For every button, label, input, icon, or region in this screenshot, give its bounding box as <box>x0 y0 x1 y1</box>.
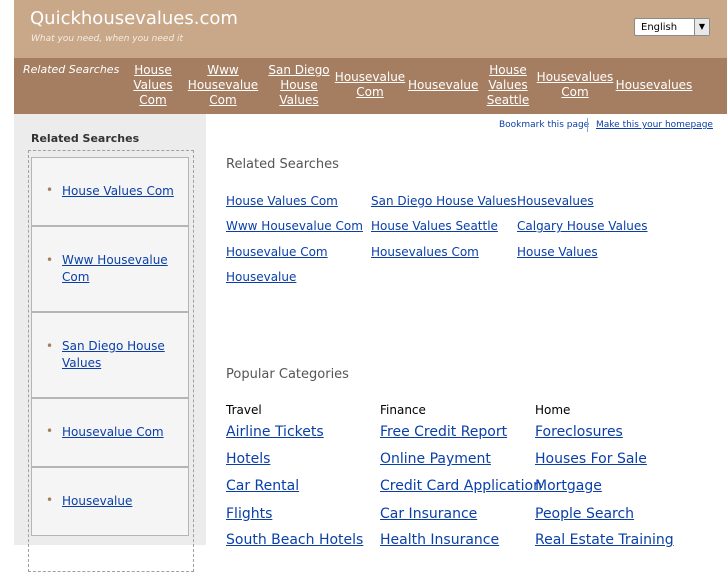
nav-link-housevalues[interactable]: Housevalues <box>615 78 693 93</box>
category-link-hotels[interactable]: Hotels <box>226 451 270 467</box>
related-link-housevalue[interactable]: Housevalue <box>226 270 296 284</box>
nav-link-housevalue[interactable]: Housevalue <box>408 78 478 93</box>
sidebar-link-house-values-com[interactable]: House Values Com <box>62 183 182 200</box>
related-link-san-diego-house-values[interactable]: San Diego House Values <box>371 194 517 208</box>
related-link-house-values-com[interactable]: House Values Com <box>226 194 338 208</box>
related-searches-nav: Related Searches House Values Com Www Ho… <box>14 58 727 114</box>
nav-link-www-housevalue-com[interactable]: Www Housevalue Com <box>182 63 264 108</box>
related-link-calgary-house-values[interactable]: Calgary House Values <box>517 219 648 233</box>
category-link-online-payment[interactable]: Online Payment <box>380 451 491 467</box>
bullet-icon: • <box>46 339 54 353</box>
nav-link-housevalues-com[interactable]: Housevalues Com <box>536 70 614 100</box>
category-link-airline-tickets[interactable]: Airline Tickets <box>226 424 324 440</box>
sidebar: Related Searches • House Values Com • Ww… <box>14 114 206 572</box>
nav-link-housevalue-com[interactable]: Housevalue Com <box>334 70 406 100</box>
language-select[interactable]: English ▼ <box>634 18 710 36</box>
language-select-value: English <box>641 22 678 33</box>
nav-link-house-values-com[interactable]: House Values Com <box>128 63 178 108</box>
related-searches-title: Related Searches <box>226 157 339 172</box>
site-header: Quickhousevalues.com What you need, when… <box>14 0 727 58</box>
related-link-www-housevalue-com[interactable]: Www Housevalue Com <box>226 219 363 233</box>
category-link-car-rental[interactable]: Car Rental <box>226 478 299 494</box>
make-homepage-link[interactable]: Make this your homepage <box>596 120 713 130</box>
sidebar-link-san-diego-house-values[interactable]: San Diego House Values <box>62 338 172 372</box>
sidebar-item: • Www Housevalue Com <box>31 226 189 312</box>
sidebar-link-housevalue-com[interactable]: Housevalue Com <box>62 424 182 441</box>
category-link-flights[interactable]: Flights <box>226 506 272 522</box>
sidebar-item: • Housevalue <box>31 467 189 536</box>
category-heading-finance: Finance <box>380 403 426 417</box>
category-heading-home: Home <box>535 403 571 417</box>
sidebar-item: • Housevalue Com <box>31 398 189 467</box>
category-link-mortgage[interactable]: Mortgage <box>535 478 602 494</box>
bullet-icon: • <box>46 183 54 197</box>
category-link-houses-for-sale[interactable]: Houses For Sale <box>535 451 647 467</box>
related-link-house-values[interactable]: House Values <box>517 245 598 259</box>
site-tagline: What you need, when you need it <box>31 34 184 44</box>
nav-link-san-diego-house-values[interactable]: San Diego House Values <box>266 63 332 108</box>
bullet-icon: • <box>46 253 54 267</box>
sidebar-item: • San Diego House Values <box>31 312 189 398</box>
category-link-foreclosures[interactable]: Foreclosures <box>535 424 623 440</box>
bullet-icon: • <box>46 424 54 438</box>
link-divider <box>587 118 588 132</box>
bookmark-link[interactable]: Bookmark this page <box>499 120 589 130</box>
category-link-people-search[interactable]: People Search <box>535 506 634 522</box>
category-link-free-credit-report[interactable]: Free Credit Report <box>380 424 507 440</box>
nav-link-house-values-seattle[interactable]: House Values Seattle <box>482 63 534 108</box>
sidebar-item: • House Values Com <box>31 157 189 226</box>
nav-label: Related Searches <box>23 63 120 76</box>
category-link-real-estate-training[interactable]: Real Estate Training <box>535 532 674 548</box>
category-link-car-insurance[interactable]: Car Insurance <box>380 506 477 522</box>
sidebar-link-www-housevalue-com[interactable]: Www Housevalue Com <box>62 252 172 286</box>
related-link-housevalue-com[interactable]: Housevalue Com <box>226 245 328 259</box>
category-link-health-insurance[interactable]: Health Insurance <box>380 532 499 548</box>
chevron-down-icon: ▼ <box>694 19 709 35</box>
category-heading-travel: Travel <box>226 403 262 417</box>
site-title: Quickhousevalues.com <box>30 8 238 29</box>
category-link-credit-card-application[interactable]: Credit Card Application <box>380 478 542 494</box>
related-link-housevalues-com[interactable]: Housevalues Com <box>371 245 479 259</box>
related-link-house-values-seattle[interactable]: House Values Seattle <box>371 219 498 233</box>
category-link-south-beach-hotels[interactable]: South Beach Hotels <box>226 532 363 548</box>
sidebar-title: Related Searches <box>31 132 140 145</box>
related-link-housevalues[interactable]: Housevalues <box>517 194 594 208</box>
sidebar-link-housevalue[interactable]: Housevalue <box>62 493 182 510</box>
sidebar-list: • House Values Com • Www Housevalue Com … <box>28 150 194 572</box>
bullet-icon: • <box>46 493 54 507</box>
popular-categories-title: Popular Categories <box>226 367 349 382</box>
